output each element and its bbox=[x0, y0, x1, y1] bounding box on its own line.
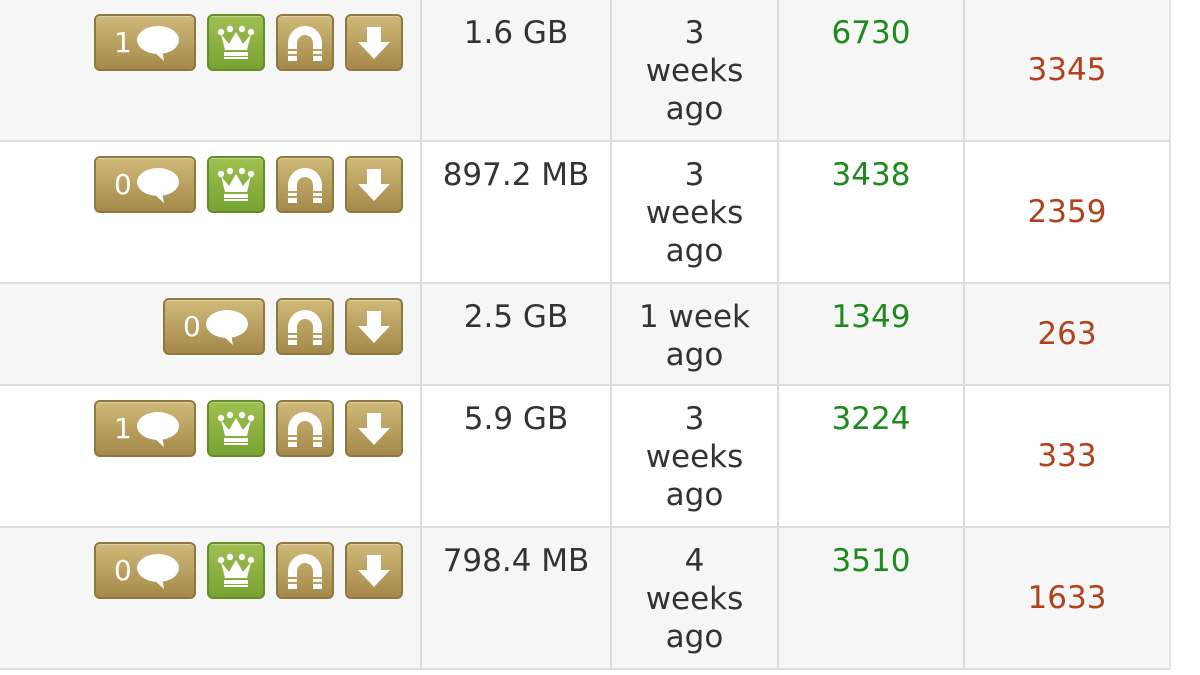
age-cell: 1 week ago bbox=[610, 284, 777, 384]
vip-button[interactable] bbox=[207, 400, 265, 457]
speech-bubble-icon bbox=[134, 165, 182, 205]
leechers-cell: 3345 bbox=[963, 0, 1169, 140]
download-button[interactable] bbox=[345, 14, 403, 71]
seeders-cell: 6730 bbox=[777, 0, 963, 140]
download-arrow-icon bbox=[354, 307, 394, 347]
size-cell: 2.5 GB bbox=[420, 284, 610, 384]
size-cell: 1.6 GB bbox=[420, 0, 610, 140]
comment-count: 1 bbox=[114, 412, 132, 445]
leechers-cell: 1633 bbox=[963, 528, 1169, 668]
comments-button[interactable]: 0 bbox=[94, 542, 196, 599]
crown-icon bbox=[216, 24, 256, 62]
magnet-button[interactable] bbox=[276, 542, 334, 599]
magnet-button[interactable] bbox=[276, 156, 334, 213]
vip-button[interactable] bbox=[207, 156, 265, 213]
magnet-icon bbox=[284, 307, 326, 347]
leechers-cell: 2359 bbox=[963, 142, 1169, 282]
table-row: 1 bbox=[0, 386, 1169, 528]
table-row: 1 bbox=[0, 0, 1169, 142]
comments-button[interactable]: 1 bbox=[94, 400, 196, 457]
row-actions: 0 bbox=[94, 156, 403, 213]
table-row: 0 bbox=[0, 284, 1169, 386]
comment-count: 0 bbox=[114, 554, 132, 587]
age-cell: 3 weeks ago bbox=[610, 386, 777, 526]
magnet-icon bbox=[284, 551, 326, 591]
seeders-cell: 3510 bbox=[777, 528, 963, 668]
comment-count: 0 bbox=[183, 310, 201, 343]
download-button[interactable] bbox=[345, 298, 403, 355]
vip-button[interactable] bbox=[207, 542, 265, 599]
actions-cell: 1 bbox=[0, 386, 420, 526]
actions-cell: 0 bbox=[0, 142, 420, 282]
row-actions: 0 bbox=[163, 298, 403, 355]
download-button[interactable] bbox=[345, 156, 403, 213]
row-actions: 1 bbox=[94, 400, 403, 457]
speech-bubble-icon bbox=[134, 551, 182, 591]
download-arrow-icon bbox=[354, 409, 394, 449]
table-row: 0 bbox=[0, 142, 1169, 284]
seeders-cell: 1349 bbox=[777, 284, 963, 384]
magnet-icon bbox=[284, 409, 326, 449]
comment-count: 0 bbox=[114, 168, 132, 201]
size-cell: 798.4 MB bbox=[420, 528, 610, 668]
age-cell: 3 weeks ago bbox=[610, 0, 777, 140]
download-button[interactable] bbox=[345, 400, 403, 457]
download-arrow-icon bbox=[354, 551, 394, 591]
seeders-cell: 3224 bbox=[777, 386, 963, 526]
age-cell: 4 weeks ago bbox=[610, 528, 777, 668]
crown-icon bbox=[216, 410, 256, 448]
speech-bubble-icon bbox=[203, 307, 251, 347]
size-cell: 897.2 MB bbox=[420, 142, 610, 282]
speech-bubble-icon bbox=[134, 409, 182, 449]
actions-cell: 0 bbox=[0, 528, 420, 668]
magnet-icon bbox=[284, 165, 326, 205]
row-actions: 1 bbox=[94, 14, 403, 71]
download-arrow-icon bbox=[354, 23, 394, 63]
age-cell: 3 weeks ago bbox=[610, 142, 777, 282]
actions-cell: 0 bbox=[0, 284, 420, 384]
leechers-cell: 333 bbox=[963, 386, 1169, 526]
actions-cell: 1 bbox=[0, 0, 420, 140]
magnet-icon bbox=[284, 23, 326, 63]
comments-button[interactable]: 1 bbox=[94, 14, 196, 71]
comments-button[interactable]: 0 bbox=[94, 156, 196, 213]
seeders-cell: 3438 bbox=[777, 142, 963, 282]
crown-icon bbox=[216, 166, 256, 204]
comment-count: 1 bbox=[114, 26, 132, 59]
leechers-cell: 263 bbox=[963, 284, 1169, 384]
download-arrow-icon bbox=[354, 165, 394, 205]
speech-bubble-icon bbox=[134, 23, 182, 63]
magnet-button[interactable] bbox=[276, 400, 334, 457]
row-actions: 0 bbox=[94, 542, 403, 599]
torrent-results-table: 1 1.6 GB 3 weeks ago 6730 3345 0 897.2 M… bbox=[0, 0, 1171, 670]
table-row: 0 bbox=[0, 528, 1169, 670]
magnet-button[interactable] bbox=[276, 298, 334, 355]
crown-icon bbox=[216, 552, 256, 590]
size-cell: 5.9 GB bbox=[420, 386, 610, 526]
vip-button[interactable] bbox=[207, 14, 265, 71]
download-button[interactable] bbox=[345, 542, 403, 599]
magnet-button[interactable] bbox=[276, 14, 334, 71]
comments-button[interactable]: 0 bbox=[163, 298, 265, 355]
